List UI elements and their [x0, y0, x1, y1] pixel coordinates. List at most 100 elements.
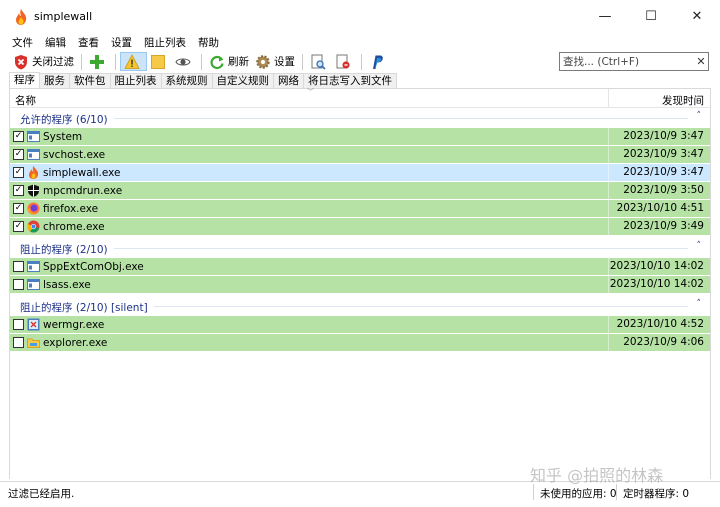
app-row[interactable]: ✓ mpcmdrun.exe 2023/10/9 3:50 — [10, 182, 710, 199]
app-checkbox[interactable] — [13, 337, 24, 348]
notifications-button[interactable] — [120, 52, 147, 71]
menu-edit[interactable]: 编辑 — [39, 35, 72, 50]
tab-apps[interactable]: 程序 — [9, 72, 40, 89]
logs-button[interactable] — [307, 52, 332, 71]
app-discovered-time: 2023/10/10 4:52 — [616, 318, 704, 330]
app-discovered-time: 2023/10/9 4:06 — [623, 336, 704, 348]
app-row[interactable]: ✓ simplewall.exe 2023/10/9 3:47 — [10, 164, 710, 181]
tab-packages[interactable]: 软件包 — [69, 73, 111, 89]
app-row[interactable]: SppExtComObj.exe 2023/10/10 14:02 — [10, 258, 710, 275]
app-row[interactable]: wermgr.exe 2023/10/10 4:52 — [10, 316, 710, 333]
row-column-divider — [608, 258, 609, 275]
disable-filter-button[interactable]: 关闭过滤 — [10, 52, 77, 71]
clear-logs-button[interactable] — [332, 52, 357, 71]
app-checkbox[interactable]: ✓ — [13, 149, 24, 160]
group-header[interactable]: 允许的程序 (6/10) ˄ — [10, 109, 710, 127]
flame-icon — [27, 166, 40, 179]
app-discovered-time: 2023/10/10 14:02 — [609, 278, 704, 290]
minimize-button[interactable]: — — [582, 0, 628, 33]
maximize-button[interactable]: ☐ — [628, 0, 674, 33]
status-divider — [616, 484, 617, 500]
app-checkbox[interactable] — [13, 279, 24, 290]
app-checkbox[interactable]: ✓ — [13, 185, 24, 196]
unused-apps-count: 未使用的应用: 0 — [540, 488, 617, 500]
settings-button[interactable]: 设置 — [252, 52, 298, 71]
app-name: svchost.exe — [43, 148, 106, 161]
row-column-divider — [608, 200, 609, 217]
app-name: firefox.exe — [43, 202, 99, 215]
group-divider-line — [114, 118, 688, 119]
app-row[interactable]: ✓ System 2023/10/9 3:47 — [10, 128, 710, 145]
group-title: 允许的程序 (6/10) — [20, 114, 108, 126]
apps-list[interactable]: 名称 ﹀ 发现时间 允许的程序 (6/10) ˄ ✓ System 2023/10/9 … — [9, 88, 711, 479]
app-row[interactable]: ✓ chrome.exe 2023/10/9 3:49 — [10, 218, 710, 235]
tab-log-to-file[interactable]: 将日志写入到文件 — [303, 73, 397, 89]
collapse-chevron-icon[interactable]: ˄ — [697, 299, 702, 309]
app-row[interactable]: lsass.exe 2023/10/10 14:02 — [10, 276, 710, 293]
app-row[interactable]: ✓ svchost.exe 2023/10/9 3:47 — [10, 146, 710, 163]
app-checkbox[interactable]: ✓ — [13, 167, 24, 178]
firefox-icon — [27, 202, 40, 215]
app-row[interactable]: ✓ firefox.exe 2023/10/10 4:51 — [10, 200, 710, 217]
add-button[interactable] — [86, 52, 111, 71]
menu-view[interactable]: 查看 — [72, 35, 105, 50]
close-button[interactable]: ✕ — [674, 0, 720, 33]
column-divider[interactable] — [608, 89, 609, 108]
tab-network[interactable]: 网络 — [273, 73, 304, 89]
app-name: chrome.exe — [43, 220, 105, 233]
chrome-icon — [27, 220, 40, 233]
group-header[interactable]: 阻止的程序 (2/10) ˄ — [10, 239, 710, 257]
logging-button[interactable] — [147, 52, 172, 71]
collapse-chevron-icon[interactable]: ˄ — [697, 241, 702, 251]
app-checkbox[interactable] — [13, 261, 24, 272]
column-name[interactable]: 名称 — [15, 93, 36, 108]
shield-icon — [27, 184, 40, 197]
row-column-divider — [608, 146, 609, 163]
toolbar-separator — [361, 53, 362, 70]
row-column-divider — [608, 276, 609, 293]
column-time[interactable]: 发现时间 — [662, 93, 704, 108]
show-button[interactable] — [172, 52, 197, 71]
row-column-divider — [608, 316, 609, 333]
app-name: System — [43, 130, 83, 143]
search-clear-icon[interactable]: ✕ — [694, 55, 708, 68]
tab-user-rules[interactable]: 自定义规则 — [211, 73, 274, 89]
flame-icon — [16, 8, 27, 25]
app-discovered-time: 2023/10/9 3:50 — [623, 184, 704, 196]
tab-services[interactable]: 服务 — [39, 73, 70, 89]
group-title: 阻止的程序 (2/10) [silent] — [20, 302, 148, 314]
app-discovered-time: 2023/10/9 3:49 — [623, 220, 704, 232]
toolbar-separator — [81, 53, 82, 70]
menu-file[interactable]: 文件 — [6, 35, 39, 50]
donate-button[interactable] — [366, 52, 391, 71]
tab-system-rules[interactable]: 系统规则 — [160, 73, 213, 89]
search-placeholder: 查找... (Ctrl+F) — [563, 56, 640, 68]
shield-x-icon — [15, 54, 27, 69]
refresh-label: 刷新 — [228, 56, 249, 68]
search-input[interactable]: 查找... (Ctrl+F) ✕ — [559, 52, 709, 71]
collapse-chevron-icon[interactable]: ˄ — [697, 111, 702, 121]
group-title: 阻止的程序 (2/10) — [20, 244, 108, 256]
app-checkbox[interactable]: ✓ — [13, 131, 24, 142]
window-icon — [27, 260, 40, 273]
paypal-icon — [373, 55, 383, 69]
werror-icon — [27, 318, 40, 331]
menu-blocklist[interactable]: 阻止列表 — [138, 35, 192, 50]
filter-status: 过滤已经启用. — [8, 488, 75, 500]
tab-blocklist[interactable]: 阻止列表 — [109, 73, 162, 89]
app-row[interactable]: explorer.exe 2023/10/9 4:06 — [10, 334, 710, 351]
sort-arrow-icon: ﹀ — [307, 88, 314, 96]
menu-help[interactable]: 帮助 — [192, 35, 225, 50]
row-column-divider — [608, 182, 609, 199]
app-discovered-time: 2023/10/9 3:47 — [623, 148, 704, 160]
app-checkbox[interactable]: ✓ — [13, 203, 24, 214]
group-header[interactable]: 阻止的程序 (2/10) [silent] ˄ — [10, 297, 710, 315]
title-bar: simplewall — ☐ ✕ — [0, 0, 720, 33]
toolbar-separator — [201, 53, 202, 70]
app-checkbox[interactable] — [13, 319, 24, 330]
refresh-button[interactable]: 刷新 — [206, 52, 252, 71]
menu-settings[interactable]: 设置 — [105, 35, 138, 50]
folder-icon — [27, 336, 40, 349]
app-checkbox[interactable]: ✓ — [13, 221, 24, 232]
row-column-divider — [608, 218, 609, 235]
